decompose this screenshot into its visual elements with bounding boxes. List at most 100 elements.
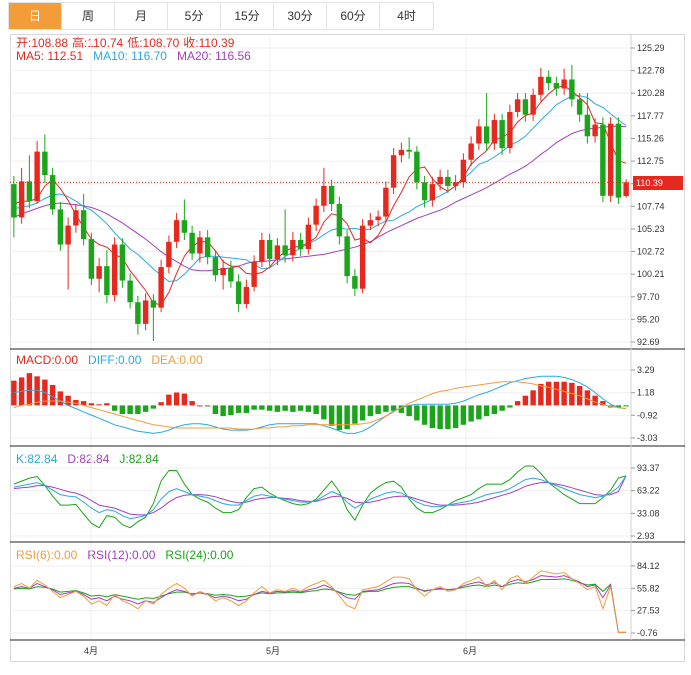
price-tick-label: 112.75 [637, 156, 664, 166]
macd-bar [220, 405, 226, 417]
macd-tick-label: 3.29 [637, 365, 655, 375]
candle-body [445, 176, 451, 186]
candle-body [104, 266, 110, 296]
candle-body [499, 120, 505, 149]
candle-body [476, 126, 482, 144]
candle-body [328, 185, 335, 204]
macd-bar [259, 405, 265, 410]
candle-body [34, 151, 40, 202]
x-axis-label: 4月 [84, 646, 99, 656]
rsi-tick-label: 84.12 [637, 561, 660, 571]
candle-body [406, 149, 412, 152]
kdj-tick-label: 2.93 [637, 531, 655, 541]
candle-body [189, 232, 195, 254]
kdj-tick-label: 93.37 [637, 463, 660, 473]
macd-bar [429, 405, 436, 428]
macd-bar [538, 383, 544, 406]
candle-body [437, 176, 443, 185]
current-price-tag: 110.39 [633, 176, 683, 190]
price-tick-label: 122.78 [637, 66, 665, 76]
macd-bar [158, 402, 164, 406]
candle-body [607, 123, 614, 196]
candle-body [600, 124, 606, 196]
candle-body [73, 210, 79, 226]
macd-bar [507, 405, 513, 408]
macd-bar [530, 390, 536, 406]
candle-body [290, 240, 296, 256]
candle-body [383, 187, 389, 217]
macd-bar [49, 384, 56, 406]
rsi-tick-label: -0.76 [637, 628, 658, 638]
ma10-line [13, 95, 627, 283]
macd-bar [561, 381, 567, 406]
candle-body [375, 216, 381, 221]
candle-body [266, 240, 273, 259]
macd-bar [483, 405, 490, 417]
candle-body [305, 224, 312, 250]
candle-body [514, 99, 521, 112]
macd-bar [406, 405, 412, 417]
macd-bar [352, 405, 358, 424]
macd-bar [189, 401, 195, 406]
candle-body [127, 280, 133, 303]
candle-body [297, 240, 304, 250]
candle-body [530, 94, 536, 115]
candle-body [42, 151, 48, 176]
candle-body [584, 114, 591, 137]
macd-bar [359, 405, 366, 421]
macd-bar [545, 381, 552, 406]
candle-body [545, 76, 552, 84]
candle-body [274, 245, 281, 259]
price-tick-label: 100.21 [637, 269, 665, 279]
candle-body [623, 182, 629, 196]
candle-body [251, 261, 257, 287]
macd-bar [57, 391, 64, 406]
macd-bar [297, 405, 304, 411]
j-line [13, 465, 627, 529]
macd-bar [181, 393, 188, 406]
macd-tick-label: 1.18 [637, 388, 655, 398]
candle-body [65, 225, 71, 245]
macd-bar [522, 395, 529, 406]
x-axis-label: 5月 [266, 646, 281, 656]
candle-body [96, 266, 102, 279]
candle-body [26, 181, 33, 202]
candle-body [259, 240, 265, 262]
price-tick-label: 120.28 [637, 88, 665, 98]
k-line [13, 475, 627, 520]
price-tick-label: 115.26 [637, 133, 664, 143]
macd-bar [437, 405, 443, 430]
candle-body [204, 237, 211, 258]
candle-body [243, 286, 250, 305]
macd-bar [119, 405, 126, 415]
macd-bar [166, 394, 172, 406]
candle-body [592, 124, 598, 137]
price-tick-label: 117.77 [637, 111, 664, 121]
price-tick-label: 97.70 [637, 292, 660, 302]
candle-body [220, 267, 226, 276]
candle-body [111, 244, 118, 296]
rsi-tick-label: 27.53 [637, 606, 660, 616]
macd-bar [111, 405, 118, 411]
macd-bar [251, 405, 257, 410]
rsi6-line [13, 570, 627, 633]
candle-body [119, 244, 126, 281]
price-tick-label: 105.23 [637, 224, 665, 234]
ma20-line [13, 125, 627, 272]
candle-body [282, 245, 288, 256]
macd-bar [204, 405, 211, 407]
rsi-tick-label: 55.82 [637, 583, 660, 593]
macd-bar [468, 405, 474, 422]
candle-body [235, 281, 242, 305]
candle-body [460, 159, 467, 183]
price-tick-label: 102.72 [637, 247, 665, 257]
macd-bar [212, 405, 219, 415]
candle-body [398, 149, 405, 156]
macd-bar [460, 405, 467, 425]
candle-body [336, 203, 343, 237]
candle-body [142, 300, 149, 324]
candle-body [197, 237, 203, 254]
macd-tick-label: -3.03 [637, 433, 658, 443]
x-axis-label: 6月 [463, 646, 478, 656]
candle-body [135, 302, 141, 324]
